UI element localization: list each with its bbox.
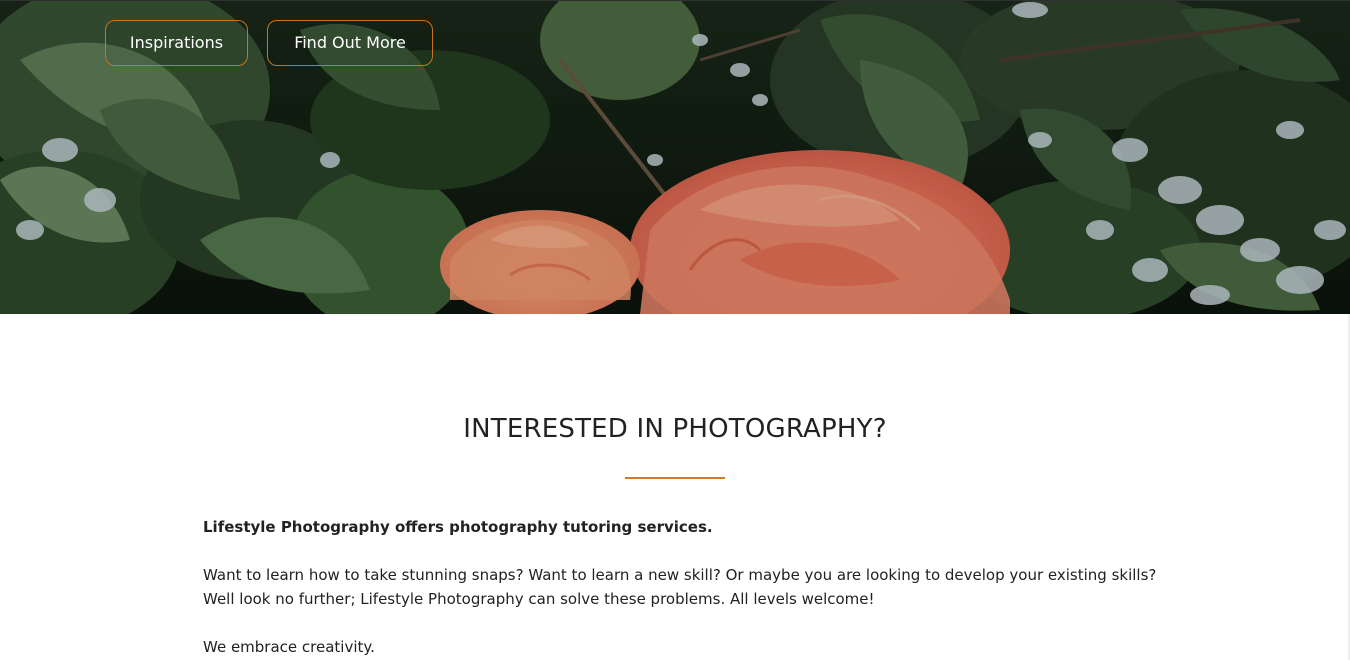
title-divider (625, 477, 725, 479)
inspirations-button[interactable]: Inspirations (105, 20, 248, 66)
creativity-paragraph: We embrace creativity. (203, 638, 375, 656)
intro-paragraph: Want to learn how to take stunning snaps… (203, 566, 1157, 608)
page: Inspirations Find Out More INTERESTED IN… (0, 0, 1350, 660)
hero-banner: Inspirations Find Out More (0, 0, 1350, 314)
hero-top-border (0, 0, 1350, 1)
section-title: INTERESTED IN PHOTOGRAPHY? (463, 414, 887, 444)
intro-content: Lifestyle Photography offers photography… (203, 515, 1163, 660)
intro-lead-text: Lifestyle Photography offers photography… (203, 518, 713, 536)
find-out-more-button[interactable]: Find Out More (267, 20, 433, 66)
